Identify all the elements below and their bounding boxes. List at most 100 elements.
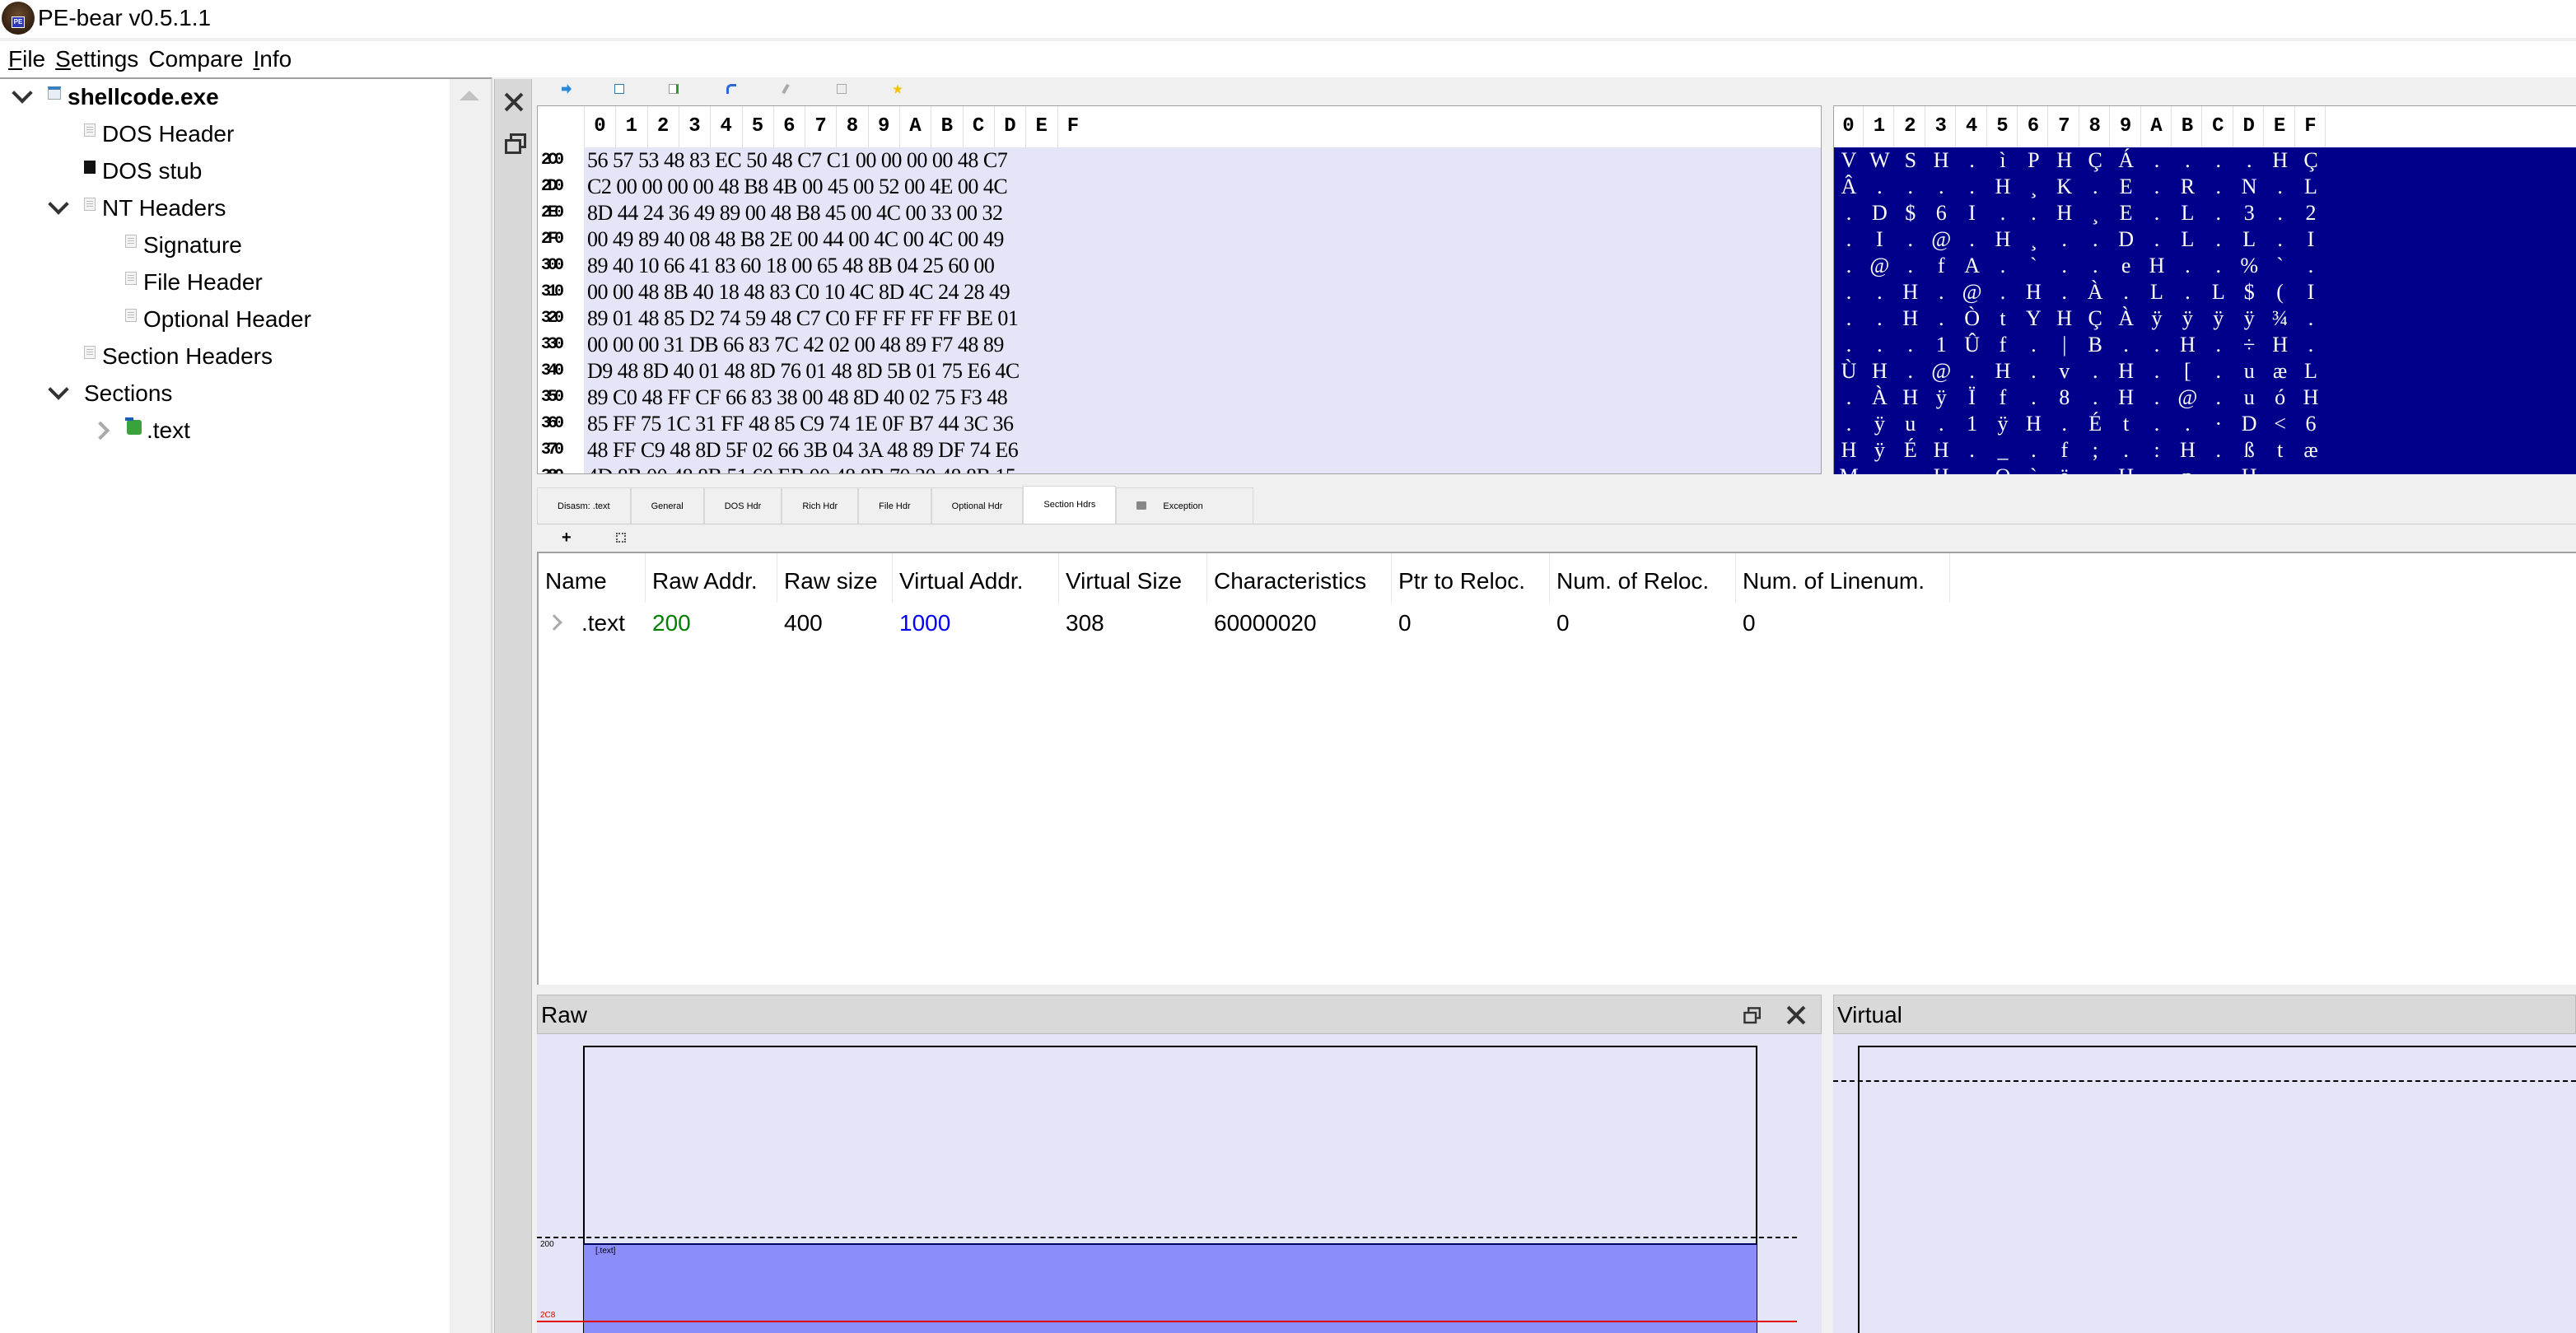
hex-row[interactable]: 48 FF C9 48 8D 5F 02 66 3B 04 3A 48 89 D… — [587, 437, 1019, 464]
ascii-char[interactable]: ÿ — [2204, 305, 2233, 332]
ascii-char[interactable]: ÿ — [1864, 411, 1894, 437]
ascii-char[interactable]: . — [2234, 147, 2264, 174]
hex-row[interactable]: 89 01 48 85 D2 74 59 48 C7 C0 FF FF FF F… — [587, 305, 1019, 332]
column-header-virtual-addr[interactable]: Virtual Addr. — [893, 553, 1059, 603]
cell-ptr-to-reloc[interactable]: 0 — [1392, 603, 1412, 644]
ascii-char[interactable]: f — [1988, 332, 2018, 358]
ascii-char[interactable]: . — [2296, 253, 2326, 279]
ascii-char[interactable]: 8 — [2050, 385, 2079, 411]
ascii-char[interactable]: À — [2112, 305, 2141, 332]
cell-name[interactable]: .text — [575, 603, 625, 644]
export-icon[interactable] — [669, 84, 679, 94]
ascii-view[interactable]: 0123456789ABCDEF V W S H. ì P H Ç Á.... H Ç Â.... H ¸… — [1833, 105, 2576, 474]
ascii-char[interactable]: À — [1864, 385, 1894, 411]
ascii-char[interactable]: B — [2080, 332, 2110, 358]
ascii-char[interactable]: : — [2142, 437, 2172, 464]
ascii-char[interactable]: . — [1926, 411, 1956, 437]
ascii-char[interactable]: H — [1896, 385, 1925, 411]
ascii-char[interactable]: . — [2266, 464, 2295, 474]
ascii-char[interactable]: . — [2112, 279, 2141, 305]
ascii-char[interactable]: @ — [1864, 253, 1894, 279]
tab-section-hdrs[interactable]: Section Hdrs — [1023, 486, 1117, 524]
ascii-char[interactable]: L — [2172, 226, 2202, 253]
ascii-char[interactable]: Á — [2112, 147, 2141, 174]
ascii-char[interactable]: I — [2296, 279, 2326, 305]
ascii-char[interactable]: L — [2142, 279, 2172, 305]
ascii-char[interactable]: D — [1864, 200, 1894, 226]
ascii-char[interactable]: H — [1926, 147, 1956, 174]
ascii-char[interactable]: t — [2112, 411, 2141, 437]
hex-bytes-area[interactable]: 56 57 53 48 83 EC 50 48 C7 C1 00 00 00 0… — [584, 147, 1821, 473]
ascii-char[interactable]: æ — [2266, 358, 2295, 385]
ascii-char[interactable]: . — [2204, 253, 2233, 279]
ascii-char[interactable]: . — [2080, 226, 2110, 253]
ascii-char[interactable]: 2 — [2296, 200, 2326, 226]
tab-disasm-text[interactable]: Disasm: .text — [537, 487, 631, 524]
ascii-char[interactable]: . — [1864, 174, 1894, 200]
chevron-down-icon[interactable] — [48, 193, 69, 215]
column-header-virtual-size[interactable]: Virtual Size — [1059, 553, 1207, 603]
undo-icon[interactable] — [726, 84, 736, 94]
ascii-char[interactable]: @ — [1926, 358, 1956, 385]
ascii-char[interactable]: . — [1958, 147, 1987, 174]
ascii-char[interactable]: . — [2266, 174, 2295, 200]
ascii-char[interactable]: . — [2266, 200, 2295, 226]
hex-row[interactable]: 8D 44 24 36 49 89 00 48 B8 45 00 4C 00 3… — [587, 200, 1003, 226]
ascii-char[interactable]: H — [1988, 226, 2018, 253]
ascii-char[interactable]: H — [2112, 358, 2141, 385]
ascii-char[interactable]: H — [2112, 464, 2141, 474]
ascii-char[interactable]: L — [2296, 358, 2326, 385]
ascii-char[interactable]: P — [2018, 147, 2048, 174]
ascii-char[interactable]: . — [2142, 174, 2172, 200]
copy-icon[interactable] — [837, 84, 847, 94]
ascii-char[interactable]: | — [2050, 332, 2079, 358]
ascii-char[interactable]: ÿ — [2234, 305, 2264, 332]
ascii-char[interactable]: . — [2172, 253, 2202, 279]
ascii-char[interactable]: . — [1926, 174, 1956, 200]
ascii-char[interactable]: . — [1896, 253, 1925, 279]
ascii-char[interactable]: . — [2080, 253, 2110, 279]
ascii-char[interactable]: . — [2204, 174, 2233, 200]
hex-row[interactable]: 89 40 10 66 41 83 60 18 00 65 48 8B 04 2… — [587, 253, 995, 279]
ascii-char[interactable]: H — [2050, 200, 2079, 226]
hex-view[interactable]: 0123456789ABCDEF 2C0 2D0 2E0 2F0 300 310 320 33… — [537, 105, 1822, 474]
cell-num-linenum[interactable]: 0 — [1736, 603, 1756, 644]
ascii-char[interactable]: ß — [2234, 437, 2264, 464]
restore-window-icon[interactable] — [1743, 1007, 1761, 1024]
tab-dos-hdr[interactable]: DOS Hdr — [703, 487, 782, 524]
ascii-char[interactable]: H — [1988, 174, 2018, 200]
close-icon[interactable] — [1786, 1005, 1806, 1025]
ascii-char[interactable]: p — [2172, 464, 2202, 474]
ascii-char[interactable]: H — [2112, 385, 2141, 411]
ascii-char[interactable]: Ç — [2080, 305, 2110, 332]
ascii-char[interactable]: . — [1988, 279, 2018, 305]
ascii-char[interactable]: . — [2142, 226, 2172, 253]
ascii-char[interactable]: u — [2234, 358, 2264, 385]
ascii-char[interactable]: . — [2266, 226, 2295, 253]
ascii-char[interactable]: . — [2204, 437, 2233, 464]
ascii-char[interactable]: . — [2050, 226, 2079, 253]
ascii-char[interactable]: . — [1896, 226, 1925, 253]
ascii-char[interactable]: . — [1958, 437, 1987, 464]
ascii-char[interactable]: @ — [1958, 279, 1987, 305]
ascii-char[interactable]: e — [2112, 253, 2141, 279]
ascii-char[interactable]: ì — [1988, 147, 2018, 174]
hex-row[interactable]: 89 C0 48 FF CF 66 83 38 00 48 8D 40 02 7… — [587, 385, 1008, 411]
ascii-char[interactable]: < — [2266, 411, 2295, 437]
scroll-up-icon[interactable] — [460, 91, 479, 100]
ascii-char[interactable]: . — [2142, 385, 2172, 411]
ascii-char[interactable]: D — [2234, 411, 2264, 437]
ascii-char[interactable]: Ò — [1958, 305, 1987, 332]
restore-window-icon[interactable] — [505, 133, 526, 154]
chevron-down-icon[interactable] — [48, 379, 69, 400]
ascii-char[interactable]: @ — [1926, 226, 1956, 253]
ascii-char[interactable]: t — [1988, 305, 2018, 332]
ascii-char[interactable]: . — [1896, 332, 1925, 358]
ascii-char[interactable]: H — [1834, 437, 1864, 464]
ascii-char[interactable]: . — [2204, 147, 2233, 174]
go-to-arrow-icon[interactable] — [562, 84, 572, 94]
cell-characteristics[interactable]: 60000020 — [1207, 603, 1317, 644]
ascii-char[interactable]: . — [2080, 385, 2110, 411]
ascii-char[interactable]: Ç — [2296, 147, 2326, 174]
tab-file-hdr[interactable]: File Hdr — [858, 487, 931, 524]
